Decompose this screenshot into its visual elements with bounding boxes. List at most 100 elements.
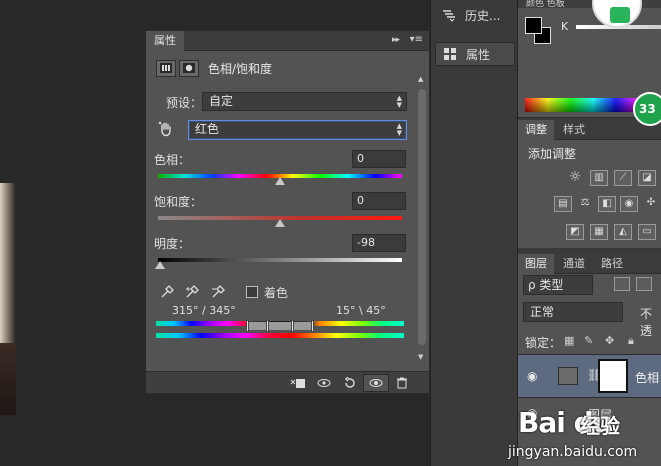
lock-transparent-icon[interactable]: ▦ <box>564 334 574 347</box>
tab-adjustments[interactable]: 调整 <box>518 120 554 140</box>
scroll-up-icon[interactable]: ▲ <box>418 75 423 83</box>
select-arrows-icon: ▲ ▼ <box>396 94 402 109</box>
color-range-bar-bottom <box>156 333 404 338</box>
blend-mode-select[interactable]: 正常 <box>523 302 623 322</box>
lightness-input[interactable]: -98 <box>352 234 406 252</box>
foreground-color-swatch[interactable] <box>525 17 542 34</box>
color-range-selection[interactable] <box>248 322 312 330</box>
wifi-icon <box>610 7 630 23</box>
scroll-down-icon[interactable]: ▼ <box>418 353 423 361</box>
saturation-input[interactable]: 0 <box>352 192 406 210</box>
add-adjustment-title: 添加调整 <box>528 147 577 161</box>
black-white-icon[interactable]: ◧ <box>598 196 616 212</box>
lightness-label: 明度： <box>154 237 191 251</box>
hue-saturation-adjustment-icon[interactable] <box>156 59 176 77</box>
filter-pixel-icon[interactable] <box>614 277 630 291</box>
color-balance-icon[interactable]: ⚖ <box>576 196 594 212</box>
range-right-label: 15° \ 45° <box>336 304 386 317</box>
saturation-slider-thumb[interactable] <box>275 219 285 227</box>
layer-row-hue-saturation[interactable]: ◉ ⛓ 色相 <box>518 354 661 398</box>
lock-paint-icon[interactable]: ✎ <box>584 334 593 347</box>
range-slider-left[interactable] <box>246 320 249 332</box>
gradient-map-icon[interactable]: ▭ <box>638 224 656 240</box>
eyedropper-subtract-icon[interactable] <box>208 283 230 301</box>
channel-mixer-icon[interactable]: ✣ <box>642 196 660 212</box>
eyedropper-toolbar: 着色 <box>156 283 288 301</box>
k-channel-label: K <box>561 20 569 33</box>
channel-select[interactable]: 红色 ▲ ▼ <box>188 120 407 140</box>
preset-label: 预设： <box>166 96 203 110</box>
properties-panel: 属性 ▸▸ ▾≡ 色相/饱和度 预设： 自定 ▲ ▼ 红色 ▲ ▼ 色相： 0 饱和… <box>145 30 430 394</box>
scroll-thumb[interactable] <box>418 89 426 345</box>
range-slider-right[interactable] <box>311 320 314 332</box>
curves-icon[interactable]: ⟋ <box>614 170 632 186</box>
photo-filter-icon[interactable]: ◉ <box>620 196 638 212</box>
lock-position-icon[interactable]: ✥ <box>605 334 614 347</box>
layer-filter-select[interactable]: ρ 类型 <box>523 275 593 295</box>
layer-mask-icon[interactable] <box>179 59 199 77</box>
saturation-label: 饱和度： <box>154 195 203 209</box>
collapse-icon[interactable]: ▸▸ <box>392 35 400 45</box>
lightness-slider-track[interactable] <box>158 258 402 262</box>
brightness-icon[interactable]: ☼ <box>566 170 584 186</box>
history-icon <box>441 7 457 23</box>
targeted-adjustment-hand-icon[interactable] <box>158 121 176 139</box>
exposure-icon[interactable]: ◪ <box>638 170 656 186</box>
preset-value: 自定 <box>209 94 234 108</box>
watermark-jingyan: 经验 <box>580 414 620 438</box>
tab-styles[interactable]: 样式 <box>556 120 592 140</box>
visibility-eye-icon[interactable]: ◉ <box>527 369 537 383</box>
opacity-label: 不透 <box>640 307 653 338</box>
adjustments-panel: 添加调整 ☼ ▥ ⟋ ◪ ▤ ⚖ ◧ ◉ ✣ ◩ ▦ ◭ ▭ <box>518 140 661 248</box>
panel-scrollbar[interactable]: ▲ ▼ <box>417 73 427 365</box>
preset-select[interactable]: 自定 ▲ ▼ <box>202 92 407 111</box>
levels-icon[interactable]: ▥ <box>590 170 608 186</box>
right-panels: 颜色 色板 K 调整 样式 添加调整 ☼ ▥ ⟋ ◪ ▤ ⚖ ◧ ◉ ✣ ◩ ▦… <box>518 0 661 466</box>
colorize-checkbox[interactable] <box>246 286 258 298</box>
photo-image <box>0 183 16 415</box>
reset-icon[interactable] <box>337 374 363 392</box>
clip-to-layer-icon[interactable] <box>285 374 311 392</box>
threshold-icon[interactable]: ◭ <box>614 224 632 240</box>
tab-layers[interactable]: 图层 <box>518 254 554 274</box>
eyedropper-add-icon[interactable] <box>182 283 204 301</box>
adjustment-title-row: 色相/饱和度 <box>156 57 272 79</box>
view-previous-state-icon[interactable] <box>311 374 337 392</box>
hue-label: 色相： <box>154 153 191 167</box>
dock-history-label: 历史... <box>465 8 501 23</box>
battery-overlay-badge: 33 <box>633 92 661 126</box>
eyedropper-icon[interactable] <box>156 283 178 301</box>
hue-input[interactable]: 0 <box>352 150 406 168</box>
posterize-icon[interactable]: ▦ <box>590 224 608 240</box>
tab-properties[interactable]: 属性 <box>146 31 184 51</box>
lock-label: 锁定： <box>525 336 562 350</box>
range-left-label: 315° / 345° <box>172 304 236 317</box>
range-slider-inner-left[interactable] <box>266 320 269 332</box>
tab-channels[interactable]: 通道 <box>556 254 592 274</box>
adjustment-title: 色相/饱和度 <box>208 61 273 76</box>
invert-icon[interactable]: ◩ <box>566 224 584 240</box>
dock-properties-button[interactable]: 属性 <box>435 42 515 66</box>
dock-history-button[interactable]: 历史... <box>435 3 515 27</box>
panel-dock: 历史... 属性 <box>430 0 518 466</box>
range-slider-inner-right[interactable] <box>291 320 294 332</box>
hue-slider-thumb[interactable] <box>275 177 285 185</box>
select-arrows-icon: ▲ ▼ <box>396 122 402 137</box>
properties-icon <box>442 46 458 62</box>
toggle-visibility-icon[interactable] <box>363 373 389 392</box>
channel-value: 红色 <box>195 122 220 136</box>
adjustment-layer-thumb <box>558 367 578 385</box>
dock-properties-label: 属性 <box>466 47 491 62</box>
panel-menu-icon[interactable]: ▾≡ <box>410 34 423 45</box>
delete-icon[interactable] <box>389 374 415 392</box>
lock-all-icon[interactable]: 🔒︎ <box>628 334 634 348</box>
tab-paths[interactable]: 路径 <box>594 254 630 274</box>
vibrance-icon[interactable]: ▤ <box>554 196 572 212</box>
filter-adjustment-icon[interactable] <box>636 277 652 291</box>
layer-name[interactable]: 色相 <box>635 369 659 386</box>
layer-mask-thumb[interactable] <box>598 359 628 393</box>
watermark-url: jingyan.baidu.com <box>508 444 638 460</box>
properties-bottom-toolbar <box>146 371 429 393</box>
lightness-slider-thumb[interactable] <box>155 261 166 269</box>
colorize-label: 着色 <box>264 285 289 300</box>
